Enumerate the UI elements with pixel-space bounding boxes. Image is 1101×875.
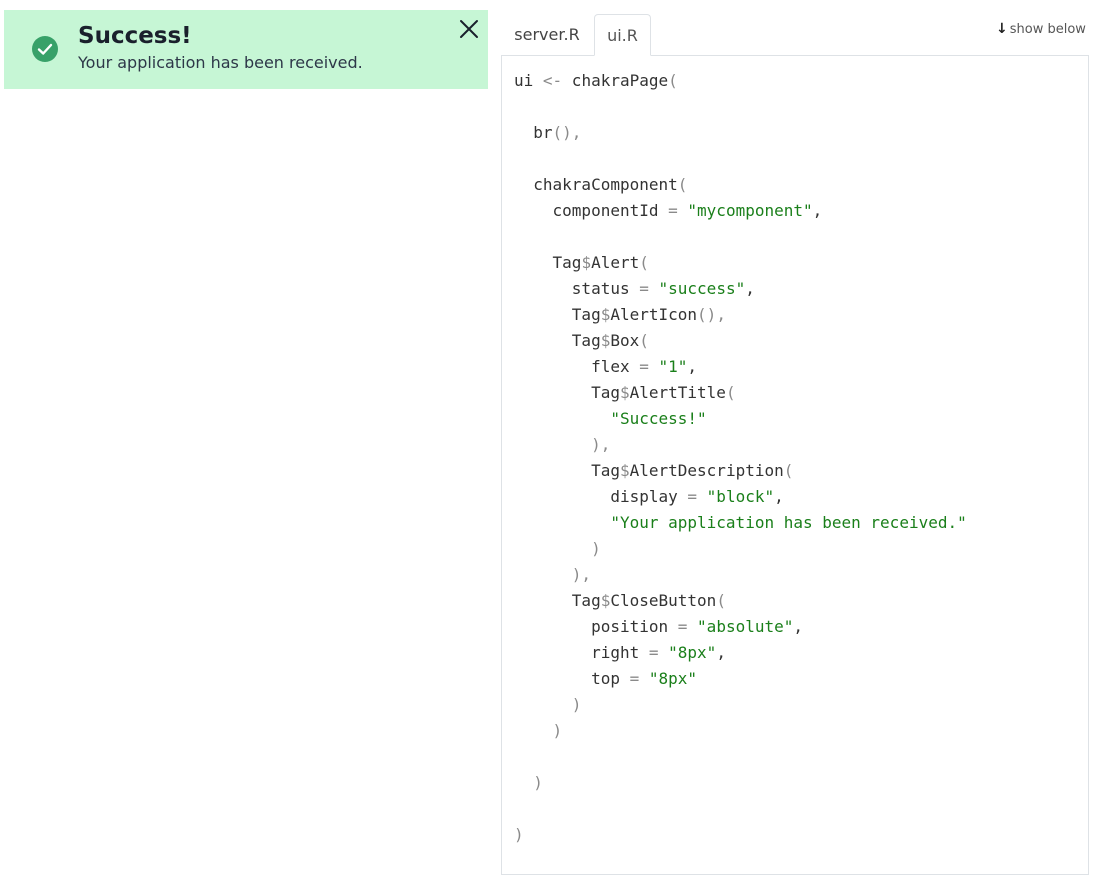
code-line: Tag$AlertDescription( — [514, 461, 794, 480]
code-line: ) — [533, 773, 543, 792]
code-block: ui <- chakraPage( br(), chakraComponent(… — [514, 68, 967, 848]
check-circle-icon — [32, 36, 58, 62]
success-alert: Success! Your application has been recei… — [4, 10, 488, 89]
alert-title: Success! — [78, 23, 192, 49]
code-line: ) — [552, 721, 563, 740]
code-line: ) — [591, 539, 601, 558]
code-line: ) — [514, 825, 524, 844]
show-below-toggle[interactable]: ↓ show below — [996, 21, 1086, 37]
alert-description: Your application has been received. — [78, 53, 363, 72]
code-line: position = "absolute", — [514, 617, 804, 636]
tab-ui-r[interactable]: ui.R — [594, 14, 651, 56]
code-line: ) — [571, 695, 582, 714]
code-line: "Success!" — [610, 409, 707, 428]
code-line: br(), — [514, 123, 582, 142]
code-line: status = "success", — [514, 279, 755, 298]
code-panel: ui <- chakraPage( br(), chakraComponent(… — [501, 55, 1089, 875]
code-line: top = "8px" — [514, 669, 698, 688]
code-line: ), — [591, 435, 611, 454]
code-line: Tag$CloseButton( — [514, 591, 726, 610]
arrow-down-icon: ↓ — [996, 21, 1008, 37]
code-line: ui <- chakraPage( — [514, 71, 678, 90]
code-line: Tag$Alert( — [514, 253, 649, 272]
code-line: display = "block", — [514, 487, 784, 506]
code-line: Tag$AlertIcon(), — [514, 305, 726, 324]
code-line: flex = "1", — [514, 357, 698, 376]
show-below-label: show below — [1009, 22, 1086, 37]
close-icon[interactable] — [458, 18, 480, 40]
code-line: right = "8px", — [514, 643, 726, 662]
code-line: "Your application has been received." — [610, 513, 967, 532]
code-line: ), — [571, 565, 592, 584]
code-line: componentId = "mycomponent", — [514, 201, 823, 220]
tab-server-r[interactable]: server.R — [501, 14, 593, 56]
code-line: Tag$Box( — [514, 331, 649, 350]
code-line: chakraComponent( — [514, 175, 688, 194]
code-line: Tag$AlertTitle( — [514, 383, 736, 402]
